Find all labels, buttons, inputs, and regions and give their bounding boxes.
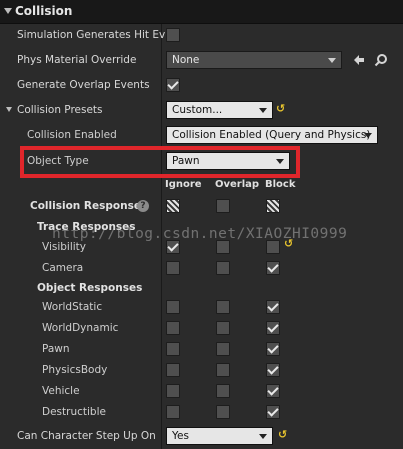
camera-ignore-checkbox[interactable] [166,261,180,275]
help-icon[interactable]: ? [137,200,149,212]
pawn-block-checkbox[interactable] [266,342,280,356]
overlap-label: Generate Overlap Events [17,79,150,91]
sim-hit-label: Simulation Generates Hit Ev [17,29,166,41]
step-up-combo[interactable]: Yes [166,427,273,445]
presets-expand-icon[interactable] [6,107,12,112]
destructible-block-checkbox[interactable] [266,405,280,419]
watermark-text: http://blog.csdn.net/XIAOZHI0999 [52,226,348,242]
all-block-checkbox[interactable] [266,199,280,213]
phys-material-value: None [172,54,200,66]
chevron-down-icon [259,434,267,439]
enabled-label: Collision Enabled [27,129,117,141]
col-header-ignore: Ignore [165,179,202,190]
object-responses-label: Object Responses [37,282,143,294]
worlddynamic-block-checkbox[interactable] [266,321,280,335]
reset-icon[interactable]: ↺ [276,102,285,115]
search-icon[interactable] [374,53,388,67]
object-name-physicsbody: PhysicsBody [42,364,108,376]
section-title: Collision [15,4,73,18]
worldstatic-overlap-checkbox[interactable] [216,300,230,314]
object-name-destructible: Destructible [42,406,106,418]
object-name-vehicle: Vehicle [42,385,80,397]
camera-block-checkbox[interactable] [266,261,280,275]
section-header[interactable]: Collision [0,0,403,24]
physicsbody-ignore-checkbox[interactable] [166,363,180,377]
object-name-worlddynamic: WorldDynamic [42,322,119,334]
enabled-combo[interactable]: Collision Enabled (Query and Physics) [166,126,378,144]
worlddynamic-overlap-checkbox[interactable] [216,321,230,335]
object-name-worldstatic: WorldStatic [42,301,103,313]
vehicle-block-checkbox[interactable] [266,384,280,398]
visibility-ignore-checkbox[interactable] [166,240,180,254]
presets-combo[interactable]: Custom... [166,101,273,119]
collision-responses-label: Collision Responses [30,200,148,212]
col-header-overlap: Overlap [215,179,260,190]
pawn-overlap-checkbox[interactable] [216,342,230,356]
step-up-value: Yes [172,430,189,442]
destructible-overlap-checkbox[interactable] [216,405,230,419]
chevron-down-icon [328,58,336,63]
worlddynamic-ignore-checkbox[interactable] [166,321,180,335]
reset-icon[interactable]: ↺ [278,428,287,441]
vehicle-overlap-checkbox[interactable] [216,384,230,398]
overlap-checkbox[interactable] [166,78,180,92]
highlight-box [20,146,300,178]
phys-material-label: Phys Material Override [17,54,137,66]
trace-name-camera: Camera [42,262,84,274]
all-overlap-checkbox[interactable] [216,199,230,213]
collapse-arrow-icon[interactable] [4,8,12,14]
destructible-ignore-checkbox[interactable] [166,405,180,419]
presets-label: Collision Presets [17,104,103,116]
presets-value: Custom... [172,104,223,116]
trace-name-visibility: Visibility [42,241,87,253]
arrow-left-icon[interactable] [352,53,366,67]
object-name-pawn: Pawn [42,343,70,355]
sim-hit-checkbox[interactable] [166,28,180,42]
worldstatic-block-checkbox[interactable] [266,300,280,314]
step-up-label: Can Character Step Up On [17,430,156,442]
camera-overlap-checkbox[interactable] [216,261,230,275]
pawn-ignore-checkbox[interactable] [166,342,180,356]
worldstatic-ignore-checkbox[interactable] [166,300,180,314]
visibility-overlap-checkbox[interactable] [216,240,230,254]
phys-material-combo[interactable]: None [166,51,342,69]
physicsbody-block-checkbox[interactable] [266,363,280,377]
col-header-block: Block [265,179,296,190]
all-ignore-checkbox[interactable] [166,199,180,213]
vehicle-ignore-checkbox[interactable] [166,384,180,398]
chevron-down-icon [259,108,267,113]
enabled-value: Collision Enabled (Query and Physics) [172,129,371,141]
physicsbody-overlap-checkbox[interactable] [216,363,230,377]
visibility-block-checkbox[interactable] [266,240,280,254]
chevron-down-icon [364,133,372,138]
